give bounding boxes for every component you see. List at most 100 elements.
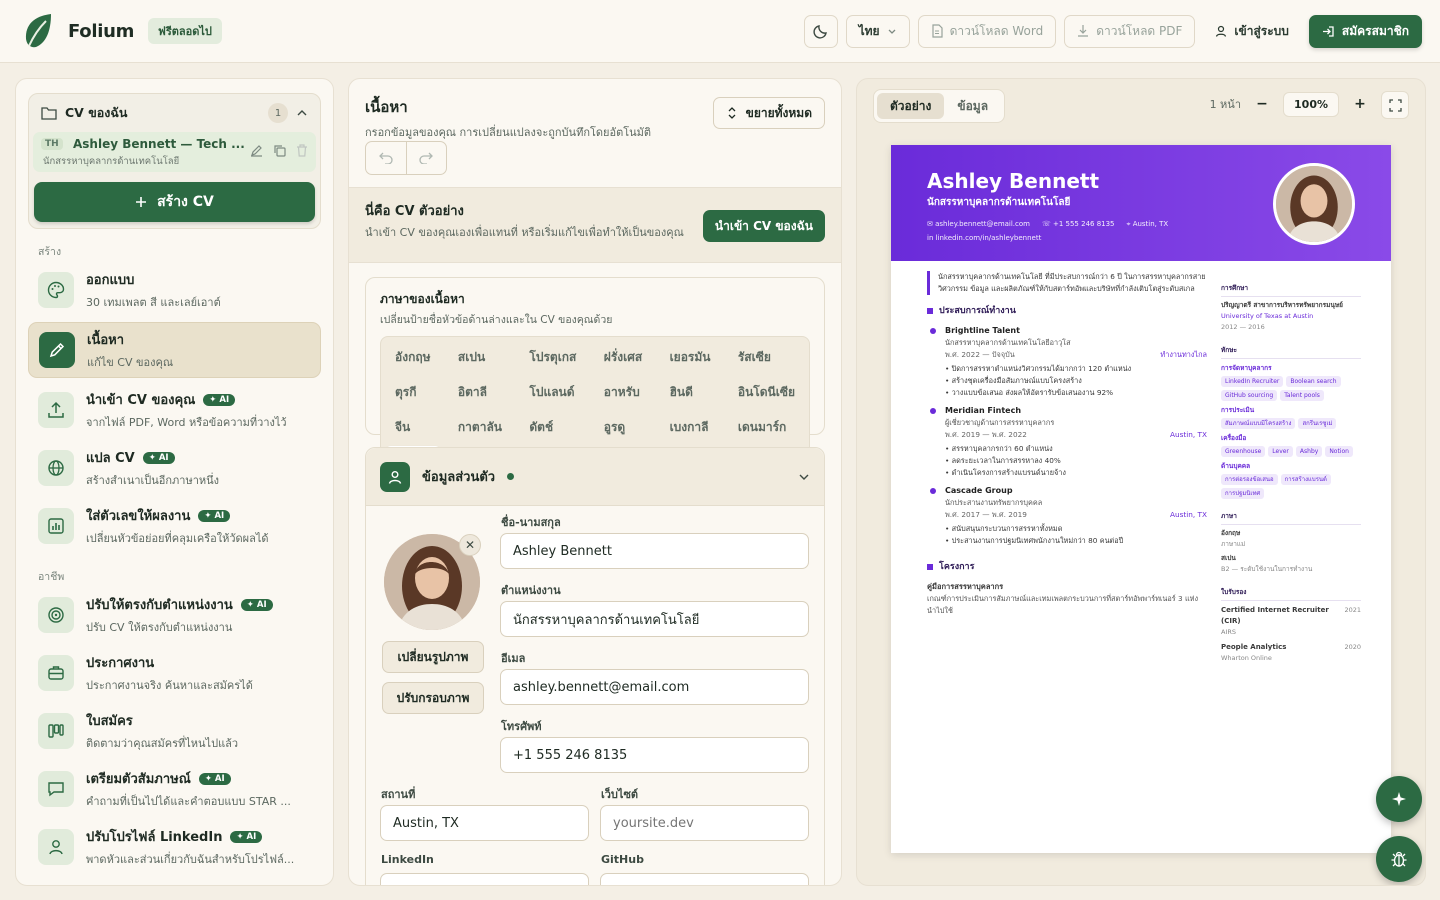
name-label: ชื่อ-นามสกุล bbox=[501, 516, 561, 529]
content-language-title: ภาษาของเนื้อหา bbox=[380, 292, 465, 306]
language-option[interactable]: โปแลนด์ bbox=[519, 376, 586, 409]
undo-icon[interactable] bbox=[366, 142, 407, 174]
language-option[interactable]: จีน bbox=[385, 411, 441, 444]
signup-button[interactable]: สมัครสมาชิก bbox=[1308, 14, 1422, 48]
dark-mode-toggle[interactable] bbox=[803, 14, 838, 48]
language-option[interactable]: ตุรกี bbox=[385, 376, 441, 409]
language-option[interactable]: สเปน bbox=[448, 341, 512, 374]
import-my-cv-button[interactable]: นำเข้า CV ของฉัน bbox=[702, 210, 825, 242]
sample-desc: นำเข้า CV ของคุณเองเพื่อแทนที่ หรือเริ่ม… bbox=[365, 226, 684, 239]
briefcase-icon bbox=[38, 655, 74, 691]
resume-education-heading: การศึกษา bbox=[1221, 283, 1361, 297]
sidebar-item-jobs[interactable]: ประกาศงาน ประกาศงานจริง ค้นหาและสมัครได้ bbox=[28, 647, 321, 699]
crop-photo-button[interactable]: ปรับกรอบภาพ bbox=[382, 682, 484, 714]
sidebar-item-quantify[interactable]: ใส่ตัวเลขให้ผลงาน ✦ AI เปลี่ยนหัวข้อย่อยที… bbox=[28, 500, 321, 552]
sidebar-item-applications[interactable]: ใบสมัคร ติดตามว่าคุณสมัครที่ไหนไปแล้ว bbox=[28, 705, 321, 757]
language-option[interactable]: อูรดู bbox=[594, 411, 652, 444]
chevron-up-icon[interactable] bbox=[296, 107, 308, 119]
cv-item-subtitle: นักสรรหาบุคลากรด้านเทคโนโลยี bbox=[43, 156, 180, 167]
target-icon bbox=[38, 597, 74, 633]
language-option[interactable]: อังกฤษ bbox=[385, 341, 441, 374]
language-option[interactable]: เยอรมัน bbox=[660, 341, 721, 374]
sidebar-item-interview[interactable]: เตรียมตัวสัมภาษณ์ ✦ AI คำถามที่เป็นไปได้แล… bbox=[28, 763, 321, 815]
create-cv-label: สร้าง CV bbox=[157, 194, 214, 210]
github-field[interactable] bbox=[600, 873, 809, 885]
phone-field[interactable] bbox=[500, 737, 809, 773]
copy-icon[interactable] bbox=[273, 144, 286, 157]
expand-icon bbox=[726, 107, 738, 119]
resume-page: Ashley Bennett นักสรรหาบุคลากรด้านเทคโนโ… bbox=[891, 145, 1391, 853]
pencil-icon[interactable] bbox=[250, 144, 263, 157]
login-button[interactable]: เข้าสู่ระบบ bbox=[1203, 15, 1301, 48]
sidebar-item-desc: เปลี่ยนหัวข้อย่อยที่คลุมเครือให้วัดผลได้ bbox=[86, 532, 269, 545]
section-build-label: สร้าง bbox=[38, 246, 62, 258]
fullscreen-icon[interactable] bbox=[1381, 91, 1409, 119]
redo-icon[interactable] bbox=[407, 142, 447, 174]
language-option[interactable]: อาหรับ bbox=[594, 376, 652, 409]
person-icon bbox=[380, 461, 410, 492]
resume-skill-group: การประเมิน bbox=[1221, 406, 1255, 414]
email-field[interactable] bbox=[500, 669, 809, 705]
language-option[interactable]: อิตาลี bbox=[448, 376, 512, 409]
language-option[interactable]: ดัตช์ bbox=[519, 411, 586, 444]
top-bar: Folium ฟรีตลอดไป ไทย ดาวน์โหลด Word ดาวน… bbox=[0, 0, 1440, 63]
language-option[interactable]: โปรตุเกส bbox=[519, 341, 586, 374]
close-icon: ✕ bbox=[464, 538, 476, 552]
resume-cert-name: People Analytics bbox=[1221, 643, 1287, 651]
download-pdf-button[interactable]: ดาวน์โหลด PDF bbox=[1064, 14, 1196, 48]
moon-icon bbox=[813, 23, 829, 39]
download-icon bbox=[1077, 24, 1089, 38]
zoom-in-button[interactable]: + bbox=[1347, 91, 1373, 117]
tab-preview[interactable]: ตัวอย่าง bbox=[877, 93, 945, 119]
zoom-out-button[interactable]: − bbox=[1249, 91, 1275, 117]
resume-phone: ☏ +1 555 246 8135 bbox=[1042, 220, 1115, 228]
expand-all-button[interactable]: ขยายทั้งหมด bbox=[712, 97, 825, 129]
leaf-logo-icon[interactable] bbox=[24, 13, 52, 49]
signup-label: สมัครสมาชิก bbox=[1341, 23, 1409, 38]
sidebar-item-design[interactable]: ออกแบบ 30 เทมเพลต สี และเลย์เอาต์ bbox=[28, 264, 321, 316]
feedback-button[interactable] bbox=[1376, 836, 1422, 882]
website-field[interactable] bbox=[600, 805, 809, 841]
name-field[interactable] bbox=[500, 533, 809, 569]
location-field[interactable] bbox=[380, 805, 589, 841]
language-select-value: ไทย bbox=[858, 23, 880, 38]
sidebar-item-label: ปรับโปรไฟล์ LinkedIn bbox=[86, 830, 223, 845]
job-title-field[interactable] bbox=[500, 601, 809, 637]
sidebar-item-desc: คำถามที่เป็นไปได้และคำตอบแบบ STAR ... bbox=[86, 795, 291, 808]
sidebar-item-linkedin[interactable]: ปรับโปรไฟล์ LinkedIn ✦ AI พาดหัวและส่วนเกี… bbox=[28, 821, 321, 873]
resume-job-place: ทำงานทางไกล bbox=[1160, 350, 1207, 359]
create-cv-button[interactable]: สร้าง CV bbox=[34, 182, 315, 222]
resume-edu-dates: 2012 — 2016 bbox=[1221, 323, 1265, 331]
expand-all-label: ขยายทั้งหมด bbox=[745, 105, 812, 120]
sidebar-item-tailor[interactable]: ปรับให้ตรงกับตำแหน่งงาน ✦ AI ปรับ CV ให้ตร… bbox=[28, 589, 321, 641]
resume-job-bullet: ประสานงานการปฐมนิเทศพนักงานใหม่กว่า 80 ค… bbox=[945, 535, 1207, 547]
remove-photo-button[interactable]: ✕ bbox=[459, 534, 481, 556]
sidebar-item-content[interactable]: เนื้อหา แก้ไข CV ของคุณ bbox=[28, 322, 321, 378]
my-cvs-header[interactable]: CV ของฉัน 1 bbox=[29, 94, 320, 132]
language-select[interactable]: ไทย bbox=[845, 14, 910, 48]
language-option[interactable]: รัสเซีย bbox=[728, 341, 805, 374]
language-option[interactable]: เดนมาร์ก bbox=[728, 411, 805, 444]
change-photo-button[interactable]: เปลี่ยนรูปภาพ bbox=[382, 641, 484, 673]
resume-skill-chip: Talent pools bbox=[1280, 390, 1324, 401]
chevron-down-icon[interactable] bbox=[798, 471, 810, 483]
sidebar-item-desc: 30 เทมเพลต สี และเลย์เอาต์ bbox=[86, 296, 221, 309]
language-option[interactable]: เบงกาลี bbox=[660, 411, 721, 444]
sidebar-item-translate[interactable]: แปล CV ✦ AI สร้างสำเนาเป็นอีกภาษาหนึ่ง bbox=[28, 442, 321, 494]
resume-job-dates: พ.ศ. 2022 — ปัจจุบัน bbox=[945, 350, 1015, 359]
trash-icon[interactable] bbox=[296, 144, 308, 157]
cv-list-item[interactable]: TH Ashley Bennett — Tech ... นักสรรหาบุค… bbox=[33, 132, 316, 172]
language-option[interactable]: อินโดนีเซีย bbox=[728, 376, 805, 409]
language-option[interactable]: กาตาลัน bbox=[448, 411, 512, 444]
resume-cert-name: Certified Internet Recruiter (CIR) bbox=[1221, 606, 1329, 625]
linkedin-field[interactable] bbox=[380, 873, 589, 885]
personal-info-header[interactable]: ข้อมูลส่วนตัว bbox=[366, 448, 824, 506]
language-option[interactable]: ฮินดี bbox=[660, 376, 721, 409]
download-word-button[interactable]: ดาวน์โหลด Word bbox=[917, 14, 1057, 48]
ai-badge: ✦ AI bbox=[142, 451, 175, 464]
ai-assist-button[interactable] bbox=[1376, 776, 1422, 822]
tab-data[interactable]: ข้อมูล bbox=[944, 93, 1001, 119]
language-option[interactable]: ฝรั่งเศส bbox=[594, 341, 652, 374]
sidebar-item-import[interactable]: นำเข้า CV ของคุณ ✦ AI จากไฟล์ PDF, Word หร… bbox=[28, 384, 321, 436]
document-icon bbox=[931, 24, 943, 38]
